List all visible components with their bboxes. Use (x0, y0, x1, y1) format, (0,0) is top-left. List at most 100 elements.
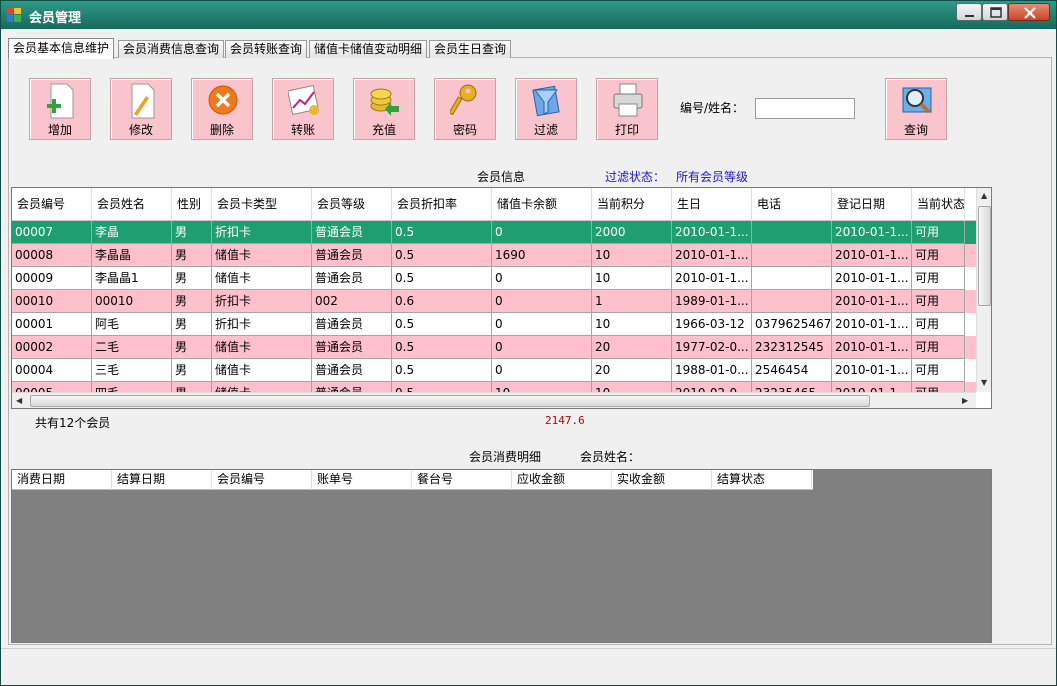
table-cell: 00004 (12, 359, 92, 382)
table-cell: 普通会员 (312, 267, 392, 290)
table-cell: 可用 (912, 267, 965, 290)
table-cell: 10 (592, 313, 672, 336)
column-header[interactable]: 结算状态 (712, 470, 812, 490)
table-row[interactable]: 00010 00010 男折扣卡 002 0.6 0 1 1989-01-1... 2010-0… (12, 290, 976, 313)
table-cell: 2010-01-1... (832, 359, 912, 382)
table-cell: 00007 (12, 221, 92, 244)
tab-transfer-query[interactable]: 会员转账查询 (225, 40, 308, 58)
table-cell: 储值卡 (212, 359, 312, 382)
query-label: 查询 (903, 123, 928, 137)
column-header[interactable]: 储值卡余额 (492, 188, 592, 221)
table-cell (752, 267, 832, 290)
consume-member-name-label: 会员姓名： (580, 450, 641, 464)
filter-button[interactable]: 过滤 (515, 78, 577, 140)
horizontal-scroll-thumb[interactable] (30, 395, 870, 407)
transfer-button[interactable]: 转账 (272, 78, 334, 140)
member-grid[interactable]: 会员编号 会员姓名 性别 会员卡类型 会员等级 会员折扣率 储值卡余额 当前积分 生日 电话 登记日… (11, 187, 992, 409)
column-header[interactable]: 电话 (752, 188, 832, 221)
password-button[interactable]: 密码 (434, 78, 496, 140)
table-row[interactable]: 00002 二毛男储值卡 普通会员 0.5 0 20 1977-02-0... 2323125… (12, 336, 976, 359)
column-header[interactable]: 会员等级 (312, 188, 392, 221)
table-cell: 2010-01-1... (672, 267, 752, 290)
member-grid-horizontal-scrollbar[interactable]: ◀ ▶ (12, 392, 976, 408)
member-total: 2147.6 (545, 414, 585, 427)
table-row[interactable]: 00008 李晶晶男储值卡 普通会员 0.5 1690 10 2010-01-1... 201… (12, 244, 976, 267)
table-row[interactable]: 00004 三毛男储值卡 普通会员 0.5 0 20 1988-01-0... 2546454… (12, 359, 976, 382)
column-header[interactable]: 性别 (172, 188, 212, 221)
transfer-label: 转账 (290, 123, 315, 137)
consume-grid-header: 消费日期 结算日期 会员编号 账单号 餐台号 应收金额 实收金额 结算状态 (12, 470, 813, 490)
table-cell: 李晶晶1 (92, 267, 172, 290)
search-input[interactable] (755, 98, 855, 119)
table-cell: 1977-02-0... (672, 336, 752, 359)
tab-member-info[interactable]: 会员基本信息维护 (8, 38, 115, 59)
scroll-up-icon[interactable]: ▲ (981, 191, 987, 200)
column-header[interactable]: 会员编号 (212, 470, 312, 490)
table-cell: 男 (172, 221, 212, 244)
table-cell: 2010-01-1... (832, 290, 912, 313)
table-cell: 2010-01-1... (832, 244, 912, 267)
column-header[interactable]: 当前积分 (592, 188, 672, 221)
table-cell: 折扣卡 (212, 290, 312, 313)
maximize-button[interactable] (982, 3, 1008, 21)
table-cell (752, 221, 832, 244)
column-header[interactable]: 餐台号 (412, 470, 512, 490)
window-title: 会员管理 (29, 11, 82, 26)
table-cell: 0 (492, 313, 592, 336)
scroll-right-icon[interactable]: ▶ (962, 396, 968, 405)
table-cell: 2010-01-1... (832, 221, 912, 244)
table-cell: 储值卡 (212, 336, 312, 359)
query-button[interactable]: 查询 (885, 78, 947, 140)
print-button[interactable]: 打印 (596, 78, 658, 140)
column-header[interactable]: 账单号 (312, 470, 412, 490)
key-icon (450, 84, 477, 116)
column-header[interactable]: 消费日期 (12, 470, 112, 490)
column-header[interactable]: 会员姓名 (92, 188, 172, 221)
column-header[interactable]: 登记日期 (832, 188, 912, 221)
column-header[interactable]: 当前状态 (912, 188, 965, 221)
table-cell: 2010-01-1... (832, 267, 912, 290)
tab-stored-value-detail[interactable]: 储值卡储值变动明细 (309, 40, 428, 58)
table-row[interactable]: 00001 阿毛男折扣卡 普通会员 0.5 0 10 1966-03-12 037962546… (12, 313, 976, 336)
column-header[interactable]: 会员编号 (12, 188, 92, 221)
table-cell: 折扣卡 (212, 313, 312, 336)
table-cell: 普通会员 (312, 244, 392, 267)
add-label: 增加 (47, 123, 72, 137)
recharge-button[interactable]: 充值 (353, 78, 415, 140)
table-cell: 232312545 (752, 336, 832, 359)
column-header[interactable]: 结算日期 (112, 470, 212, 490)
column-header[interactable]: 应收金额 (512, 470, 612, 490)
table-cell: 普通会员 (312, 221, 392, 244)
table-row[interactable]: 00009 李晶晶1 男储值卡 普通会员 0.5 0 10 2010-01-1... 2010-… (12, 267, 976, 290)
column-header[interactable]: 实收金额 (612, 470, 712, 490)
table-cell: 1988-01-0... (672, 359, 752, 382)
tab-consume-query[interactable]: 会员消费信息查询 (118, 40, 225, 58)
column-header[interactable]: 生日 (672, 188, 752, 221)
table-cell: 男 (172, 313, 212, 336)
add-button[interactable]: 增加 (29, 78, 91, 140)
edit-label: 修改 (128, 123, 153, 137)
scroll-left-icon[interactable]: ◀ (16, 396, 22, 405)
consume-grid[interactable]: 消费日期 结算日期 会员编号 账单号 餐台号 应收金额 实收金额 结算状态 (11, 469, 992, 643)
table-cell: 0 (492, 290, 592, 313)
column-header[interactable]: 会员卡类型 (212, 188, 312, 221)
table-cell: 00002 (12, 336, 92, 359)
table-cell: 0 (492, 267, 592, 290)
edit-button[interactable]: 修改 (110, 78, 172, 140)
password-label: 密码 (452, 123, 477, 137)
close-button[interactable] (1008, 3, 1050, 21)
filter-status-label: 过滤状态： (605, 170, 666, 184)
delete-button[interactable]: 删除 (191, 78, 253, 140)
table-cell: 0 (492, 359, 592, 382)
member-grid-vertical-scrollbar[interactable]: ▲ ▼ (976, 188, 991, 392)
table-cell: 男 (172, 244, 212, 267)
table-cell: 可用 (912, 313, 965, 336)
table-row[interactable]: 00007 李晶男折扣卡 普通会员 0.5 0 2000 2010-01-1... 2010-… (12, 221, 976, 244)
scroll-down-icon[interactable]: ▼ (981, 378, 987, 387)
table-cell: 002 (312, 290, 392, 313)
tab-birthday-query[interactable]: 会员生日查询 (429, 40, 512, 58)
minimize-button[interactable] (956, 3, 982, 21)
table-cell: 三毛 (92, 359, 172, 382)
vertical-scroll-thumb[interactable] (978, 206, 991, 306)
column-header[interactable]: 会员折扣率 (392, 188, 492, 221)
